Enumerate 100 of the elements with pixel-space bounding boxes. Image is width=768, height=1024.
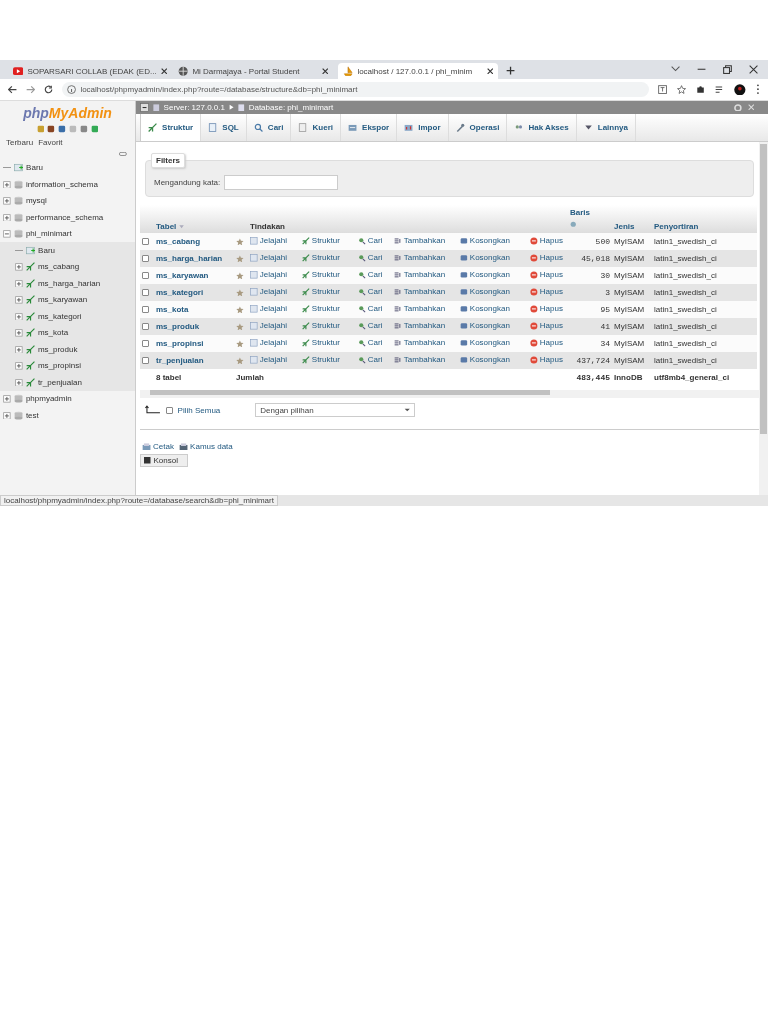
row-checkbox[interactable] <box>142 289 149 297</box>
nav-tab[interactable]: Struktur <box>140 114 202 141</box>
forward-icon[interactable] <box>26 84 36 95</box>
action-link[interactable]: Kosongkan <box>469 304 510 314</box>
expand-icon[interactable] <box>3 180 11 189</box>
tree-item[interactable]: ms_harga_harian <box>37 278 101 288</box>
structure-icon[interactable] <box>302 253 310 262</box>
action-link[interactable]: Tambahkan <box>403 253 446 263</box>
search-icon[interactable] <box>358 236 366 245</box>
action-link[interactable]: Cari <box>367 355 383 365</box>
star-icon[interactable] <box>236 271 244 280</box>
filter-field[interactable] <box>224 175 339 190</box>
search-icon[interactable] <box>358 270 366 279</box>
sidebar-tab[interactable]: Terbaru <box>5 136 35 148</box>
action-link[interactable]: Cari <box>367 321 383 331</box>
delete-icon[interactable] <box>530 236 538 245</box>
nav-tab[interactable]: Hak Akses <box>507 114 577 141</box>
structure-icon[interactable] <box>302 338 310 347</box>
star-icon[interactable] <box>236 356 244 365</box>
close-icon[interactable] <box>160 67 168 75</box>
column-header[interactable]: Jenis <box>614 222 635 231</box>
expand-icon[interactable] <box>15 263 23 271</box>
vertical-scrollbar[interactable] <box>759 142 768 495</box>
action-link[interactable]: Tambahkan <box>403 304 446 314</box>
action-link[interactable]: Hapus <box>539 236 563 246</box>
action-link[interactable]: Hapus <box>539 338 563 348</box>
expand-icon[interactable] <box>15 279 23 288</box>
structure-icon[interactable] <box>302 304 310 313</box>
tree-item[interactable]: ms_propinsi <box>37 361 82 371</box>
checkbox[interactable] <box>165 406 173 414</box>
search-icon[interactable] <box>358 338 366 347</box>
link[interactable]: Cetak <box>153 442 174 451</box>
table-link[interactable]: ms_harga_harian <box>156 254 223 263</box>
plus-icon[interactable] <box>506 65 516 75</box>
breadcrumb-link[interactable]: Database: phi_minimart <box>248 103 334 112</box>
action-link[interactable]: Kosongkan <box>469 287 510 297</box>
tree-item[interactable]: ms_cabang <box>37 262 80 272</box>
expand-icon[interactable] <box>3 213 11 222</box>
action-link[interactable]: Kosongkan <box>469 338 510 348</box>
delete-icon[interactable] <box>530 287 538 296</box>
action-link[interactable]: Cari <box>367 304 383 314</box>
expand-icon[interactable] <box>15 378 23 387</box>
restore-icon[interactable] <box>722 64 732 74</box>
tree-item[interactable]: Baru <box>38 245 55 255</box>
structure-icon[interactable] <box>302 287 310 296</box>
tree-item[interactable]: tr_penjualan <box>37 377 82 387</box>
structure-icon[interactable] <box>302 321 310 330</box>
insert-icon[interactable] <box>394 287 402 296</box>
action-link[interactable]: Kosongkan <box>469 321 510 331</box>
action-link[interactable]: Kosongkan <box>469 253 510 263</box>
horizontal-scrollbar[interactable] <box>277 495 768 506</box>
action-link[interactable]: Hapus <box>539 270 563 280</box>
insert-icon[interactable] <box>394 304 402 313</box>
tree-item[interactable]: phi_minimart <box>25 229 72 239</box>
expand-icon[interactable] <box>15 362 23 370</box>
action-link[interactable]: Kosongkan <box>469 270 510 280</box>
nav-tab[interactable]: SQL <box>201 114 247 141</box>
insert-icon[interactable] <box>394 321 402 330</box>
column-header[interactable]: Penyortiran <box>654 222 699 231</box>
insert-icon[interactable] <box>394 270 402 279</box>
expand-icon[interactable] <box>3 197 11 205</box>
search-icon[interactable] <box>358 321 366 330</box>
search-icon[interactable] <box>358 304 366 313</box>
tree-item[interactable]: ms_kota <box>37 328 69 338</box>
expand-icon[interactable] <box>3 395 11 403</box>
close-icon[interactable] <box>748 64 758 74</box>
link[interactable]: Kamus data <box>190 442 233 451</box>
action-link[interactable]: Tambahkan <box>403 287 446 297</box>
action-link[interactable]: Jelajahi <box>259 253 287 263</box>
action-link[interactable]: Hapus <box>539 321 563 331</box>
star-icon[interactable] <box>236 254 244 263</box>
expand-icon[interactable] <box>15 345 23 354</box>
insert-icon[interactable] <box>394 253 402 262</box>
expand-icon[interactable] <box>15 329 23 337</box>
checkbox-label[interactable]: Pilih Semua <box>177 405 221 415</box>
star-icon[interactable] <box>236 339 244 348</box>
insert-icon[interactable] <box>394 338 402 347</box>
table-link[interactable]: ms_produk <box>156 322 200 331</box>
more-icon[interactable] <box>756 84 760 95</box>
action-link[interactable]: Jelajahi <box>259 338 287 348</box>
expand-icon[interactable] <box>15 312 23 321</box>
action-link[interactable]: Tambahkan <box>403 338 446 348</box>
browser-tab[interactable]: Mi Darmajaya - Portal Student <box>173 63 333 79</box>
sidebar-tab[interactable]: Favorit <box>37 136 64 148</box>
console-tab[interactable]: Konsol <box>140 454 188 467</box>
table-link[interactable]: ms_kategori <box>156 288 204 297</box>
action-link[interactable]: Hapus <box>539 355 563 365</box>
delete-icon[interactable] <box>530 338 538 347</box>
insert-icon[interactable] <box>394 236 402 245</box>
column-header[interactable]: Baris <box>570 207 610 219</box>
tree-item[interactable]: Baru <box>26 163 43 173</box>
action-link[interactable]: Cari <box>367 338 383 348</box>
nav-tab[interactable]: Impor <box>397 114 449 141</box>
star-icon[interactable] <box>236 322 244 331</box>
action-link[interactable]: Cari <box>367 253 383 263</box>
nav-tab[interactable]: Lainnya <box>576 114 636 141</box>
structure-icon[interactable] <box>302 270 310 279</box>
chevron-icon[interactable] <box>670 66 680 73</box>
action-link[interactable]: Jelajahi <box>259 287 287 297</box>
nav-tab[interactable]: Kueri <box>291 114 341 141</box>
